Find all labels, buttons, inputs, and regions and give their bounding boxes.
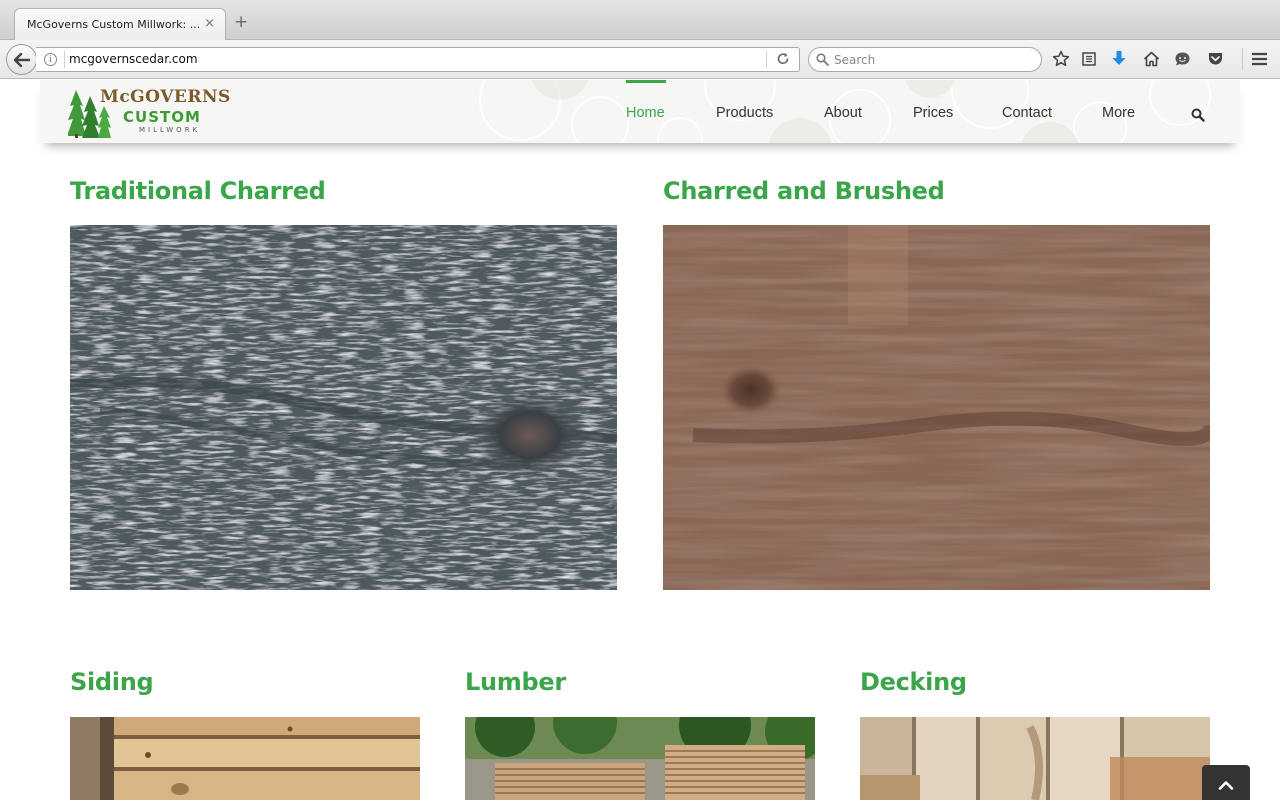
info-icon[interactable]: i <box>44 53 57 66</box>
browser-search-bar[interactable]: Search <box>808 47 1042 72</box>
download-icon <box>1112 51 1126 65</box>
open-menu-button[interactable] <box>1249 49 1269 69</box>
search-icon <box>816 53 829 66</box>
heading-lumber[interactable]: Lumber <box>465 668 566 696</box>
nav-contact[interactable]: Contact <box>1002 105 1052 121</box>
nav-home[interactable]: Home <box>626 105 665 121</box>
nav-prices[interactable]: Prices <box>913 105 953 121</box>
lumber-image[interactable] <box>465 717 815 800</box>
heading-siding[interactable]: Siding <box>70 668 154 696</box>
nav-more[interactable]: More <box>1102 105 1135 121</box>
downloads-button[interactable] <box>1109 49 1129 69</box>
bookmark-star-button[interactable] <box>1051 49 1071 69</box>
back-arrow-icon <box>13 52 30 67</box>
new-tab-button[interactable]: + <box>234 14 248 31</box>
home-icon <box>1143 51 1159 67</box>
pocket-button[interactable] <box>1205 49 1225 69</box>
hello-chat-button[interactable] <box>1172 49 1192 69</box>
heading-traditional-charred[interactable]: Traditional Charred <box>70 177 326 205</box>
url-bar[interactable]: i mcgovernscedar.com <box>36 47 800 72</box>
heading-charred-brushed[interactable]: Charred and Brushed <box>663 177 945 205</box>
active-menu-indicator <box>626 80 666 83</box>
toolbar-divider <box>1242 48 1243 70</box>
scroll-to-top-button[interactable] <box>1202 765 1250 800</box>
browser-tab-bar: McGoverns Custom Millwork: ... × + <box>0 0 1280 40</box>
decking-image[interactable] <box>860 717 1210 800</box>
heading-decking[interactable]: Decking <box>860 668 967 696</box>
nav-products[interactable]: Products <box>716 105 773 121</box>
traditional-charred-image[interactable] <box>70 225 617 590</box>
reload-icon[interactable] <box>776 52 790 66</box>
tab-close-icon[interactable]: × <box>204 16 215 31</box>
chevron-up-icon <box>1218 781 1234 790</box>
reading-list-button[interactable] <box>1079 49 1099 69</box>
chat-icon <box>1175 52 1189 66</box>
url-divider <box>64 51 65 68</box>
siding-image[interactable] <box>70 717 420 800</box>
site-header: McGOVERNS CUSTOM MILLWORK Home Products … <box>40 80 1240 143</box>
nav-about[interactable]: About <box>824 105 862 121</box>
reading-list-icon <box>1082 52 1096 66</box>
url-text[interactable]: mcgovernscedar.com <box>69 52 198 66</box>
charred-brushed-image[interactable] <box>663 225 1210 590</box>
back-button[interactable] <box>6 44 37 75</box>
site-search-icon[interactable] <box>1191 108 1205 122</box>
pocket-icon <box>1208 53 1222 65</box>
browser-tab-active[interactable]: McGoverns Custom Millwork: ... × <box>14 8 226 40</box>
browser-nav-bar: i mcgovernscedar.com Search <box>0 40 1280 79</box>
star-icon <box>1052 50 1070 67</box>
home-button[interactable] <box>1141 49 1161 69</box>
reload-divider <box>766 51 767 68</box>
search-placeholder: Search <box>834 53 876 67</box>
tab-title: McGoverns Custom Millwork: ... <box>27 18 201 31</box>
hamburger-menu-icon <box>1251 52 1267 66</box>
main-nav: Home Products About Prices Contact More <box>40 80 1240 143</box>
page-viewport: McGOVERNS CUSTOM MILLWORK Home Products … <box>0 80 1280 800</box>
